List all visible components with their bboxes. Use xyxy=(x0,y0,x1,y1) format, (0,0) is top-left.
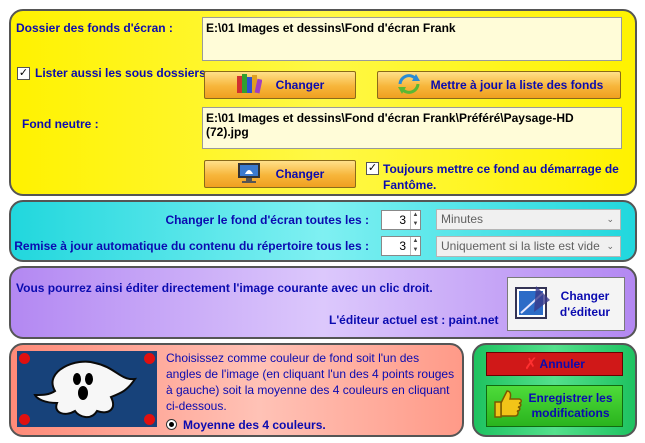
refresh-every-stepper[interactable]: 3 ▲ ▼ xyxy=(381,236,421,256)
change-every-value: 3 xyxy=(399,213,406,227)
subfolders-label: Lister aussi les sous dossiers. xyxy=(35,66,210,80)
chevron-down-icon: ⌄ xyxy=(606,241,614,251)
neutral-label: Fond neutre : xyxy=(22,117,99,131)
startup-label: Toujours mettre ce fond au démarrage de … xyxy=(383,162,619,192)
refresh-list-button[interactable]: Mettre à jour la liste des fonds xyxy=(377,71,621,99)
refresh-list-label: Mettre à jour la liste des fonds xyxy=(430,78,604,92)
stepper-down-icon[interactable]: ▼ xyxy=(411,246,420,255)
change-folder-label: Changer xyxy=(275,78,325,92)
actions-panel: ✗ Annuler Enregistrer les modifications xyxy=(472,343,637,437)
change-neutral-button[interactable]: Changer xyxy=(204,160,356,188)
refresh-every-unit-value: Uniquement si la liste est vide xyxy=(441,239,600,253)
cancel-x-icon: ✗ xyxy=(524,356,538,373)
ghost-icon xyxy=(33,360,138,418)
save-label: Enregistrer les modifications xyxy=(528,391,613,420)
refresh-every-unit-select[interactable]: Uniquement si la liste est vide ⌄ xyxy=(436,236,621,257)
corner-dot-top-right[interactable] xyxy=(144,353,155,364)
wallpaper-folder-panel: Dossier des fonds d'écran : E:\01 Images… xyxy=(9,9,637,196)
change-editor-button[interactable]: Changer d'éditeur xyxy=(507,277,625,331)
cancel-button[interactable]: ✗ Annuler xyxy=(486,352,623,376)
subfolders-checkbox[interactable]: ✓ xyxy=(17,67,30,80)
neutral-path-field[interactable]: E:\01 Images et dessins\Fond d'écran Fra… xyxy=(202,107,622,149)
current-editor-label: L'éditeur actuel est : paint.net xyxy=(329,313,499,327)
background-preview xyxy=(17,351,157,427)
folder-path-field[interactable]: E:\01 Images et dessins\Fond d'écran Fra… xyxy=(202,17,622,61)
folder-label: Dossier des fonds d'écran : xyxy=(16,21,173,35)
corner-dot-bottom-left[interactable] xyxy=(19,414,30,425)
change-folder-button[interactable]: Changer xyxy=(204,71,356,99)
paint-editor-icon xyxy=(514,282,552,327)
change-neutral-label: Changer xyxy=(275,167,325,181)
monitor-icon xyxy=(236,162,262,187)
corner-dot-top-left[interactable] xyxy=(19,353,30,364)
change-editor-label: Changer d'éditeur xyxy=(559,289,611,319)
refresh-every-label: Remise à jour automatique du contenu du … xyxy=(14,239,369,253)
refresh-every-value: 3 xyxy=(399,239,406,253)
background-description: Choisissez comme couleur de fond soit l'… xyxy=(166,351,455,413)
startup-checkbox[interactable]: ✓ xyxy=(366,162,379,175)
average-label: Moyenne des 4 couleurs. xyxy=(183,418,326,432)
save-button[interactable]: Enregistrer les modifications xyxy=(486,385,623,427)
background-color-panel: Choisissez comme couleur de fond soit l'… xyxy=(9,343,464,437)
editor-panel: Vous pourrez ainsi éditer directement l'… xyxy=(9,266,637,339)
timing-panel: Changer le fond d'écran toutes les : 3 ▲… xyxy=(9,200,637,262)
books-icon xyxy=(236,73,263,98)
change-every-label: Changer le fond d'écran toutes les : xyxy=(165,213,369,227)
corner-dot-bottom-right[interactable] xyxy=(144,414,155,425)
cancel-label: Annuler xyxy=(539,357,585,371)
stepper-up-icon[interactable]: ▲ xyxy=(411,211,420,220)
stepper-down-icon[interactable]: ▼ xyxy=(411,220,420,229)
change-every-unit-value: Minutes xyxy=(441,212,484,226)
change-every-stepper[interactable]: 3 ▲ ▼ xyxy=(381,210,421,230)
chevron-down-icon: ⌄ xyxy=(606,214,614,224)
editor-info-text: Vous pourrez ainsi éditer directement l'… xyxy=(16,281,433,295)
average-radio[interactable] xyxy=(166,419,177,430)
refresh-icon xyxy=(395,73,423,98)
stepper-up-icon[interactable]: ▲ xyxy=(411,237,420,246)
change-every-unit-select[interactable]: Minutes ⌄ xyxy=(436,209,621,230)
thumbs-up-icon xyxy=(493,389,523,424)
